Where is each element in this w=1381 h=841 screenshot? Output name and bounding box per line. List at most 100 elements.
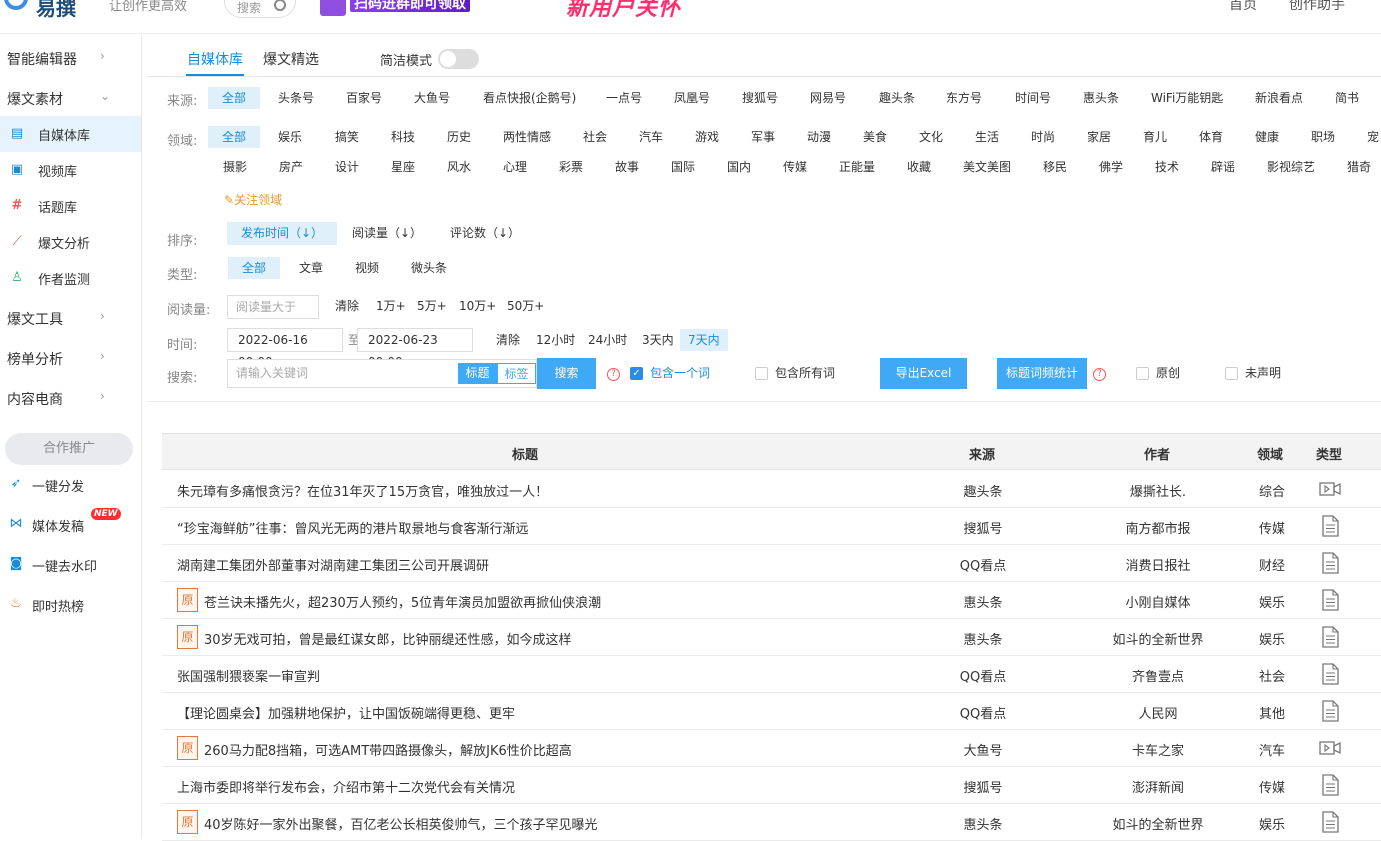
sidebar-item-author-monitor[interactable]: ♙ 作者监测 [0,260,141,296]
top-search-input[interactable]: 搜索 [224,0,296,18]
row-author[interactable]: 卡车之家 [1087,740,1229,759]
nav-home[interactable]: 首页 [1229,0,1257,14]
row-author[interactable]: 消费日报社 [1087,555,1229,574]
domain-option[interactable]: 体育 [1199,126,1223,148]
article-icon[interactable] [1318,589,1342,611]
domain-option[interactable]: 历史 [447,126,471,148]
time-option-24h[interactable]: 24小时 [588,329,627,351]
domain-option[interactable]: 影视综艺 [1267,156,1315,178]
article-icon[interactable] [1318,700,1342,722]
row-title-link[interactable]: 上海市委即将举行发布会，介绍市第十二次党代会有关情况 [177,777,515,796]
table-row[interactable]: 原 30岁无戏可拍，曾是最红谋女郎，比钟丽缇还性感，如今成这样 惠头条 如斗的全新世界… [162,619,1381,656]
source-option[interactable]: 头条号 [278,87,314,109]
source-option[interactable]: 大鱼号 [414,87,450,109]
domain-option[interactable]: 摄影 [223,156,247,178]
table-row[interactable]: 原 260马力配8挡箱，可选AMT带四路摄像头，解放JK6性价比超高 大鱼号 卡车之家… [162,730,1381,767]
domain-option[interactable]: 房产 [279,156,303,178]
title-word-stat-button[interactable]: 标题词频统计 [997,358,1087,389]
sidebar-group-smart-editor[interactable]: 智能编辑器 [7,49,77,69]
promo-banner-new-user[interactable]: 新用户关怀 [566,0,681,22]
row-title-link[interactable]: 40岁陈好一家外出聚餐，百亿老公长相英俊帅气，三个孩子罕见曝光 [204,814,598,833]
sidebar-item-article-analysis[interactable]: ⟋ 爆文分析 [0,224,141,260]
date-from-input[interactable]: 2022-06-16 00:00 [227,328,343,369]
article-icon[interactable] [1318,552,1342,574]
time-option-7d[interactable]: 7天内 [680,329,728,351]
table-row[interactable]: 朱元璋有多痛恨贪污？在位31年灭了15万贪官，唯独放过一人！ 趣头条 爆撕社长. 综合 [162,471,1381,508]
domain-option[interactable]: 收藏 [907,156,931,178]
source-option[interactable]: 全部 [208,87,261,109]
sidebar-group-ecommerce[interactable]: 内容电商 [7,389,63,409]
source-option[interactable]: 一点号 [606,87,642,109]
logo-icon[interactable] [4,0,28,10]
reads-option-10k[interactable]: 1万+ [376,295,406,317]
sort-comments[interactable]: 评论数（↓） [450,222,520,244]
sidebar-item-topic-library[interactable]: # 话题库 [0,188,141,224]
domain-option[interactable]: 文化 [919,126,943,148]
help-icon[interactable]: ? [607,368,620,381]
time-option-3d[interactable]: 3天内 [642,329,674,351]
type-article[interactable]: 文章 [299,257,323,279]
domain-option[interactable]: 美文美图 [963,156,1011,178]
row-title-link[interactable]: 湖南建工集团外部董事对湖南建工集团三公司开展调研 [177,555,489,574]
promo-banner-group[interactable]: 扫码进群即可领取 [318,0,542,18]
domain-option[interactable]: 彩票 [559,156,583,178]
domain-option[interactable]: 娱乐 [278,126,302,148]
video-icon[interactable] [1318,478,1342,500]
search-button[interactable]: 搜索 [537,358,596,389]
source-option[interactable]: 惠头条 [1083,87,1119,109]
sidebar-group-rank[interactable]: 榜单分析 [7,349,63,369]
domain-option[interactable]: 两性情感 [503,126,551,148]
table-row[interactable]: 【理论圆桌会】加强耕地保护，让中国饭碗端得更稳、更牢 QQ看点 人民网 其他 [162,693,1381,730]
article-icon[interactable] [1318,774,1342,796]
row-title-link[interactable]: “珍宝海鲜舫”往事：曾风光无两的港片取景地与食客渐行渐远 [177,518,528,537]
domain-option[interactable]: 生活 [975,126,999,148]
tab-media-library[interactable]: 自媒体库 [187,49,243,69]
table-row[interactable]: 原苍兰诀未播先火，超230万人预约，5位青年演员加盟欲再掀仙侠浪潮 惠头条 小刚自媒… [162,582,1381,619]
domain-option[interactable]: 宠 [1367,126,1379,148]
undeclared-checkbox[interactable] [1225,367,1238,380]
domain-option[interactable]: 设计 [335,156,359,178]
domain-option[interactable]: 军事 [751,126,775,148]
tab-hot-picks[interactable]: 爆文精选 [263,49,319,69]
sidebar-tool-hot-list[interactable]: ♨ 即时热榜 [0,590,141,620]
reads-option-100k[interactable]: 10万+ [459,295,496,317]
reads-clear[interactable]: 清除 [335,295,359,317]
row-author[interactable]: 南方都市报 [1087,518,1229,537]
sidebar-tool-one-click-distribute[interactable]: ➶ 一键分发 [0,470,141,500]
domain-option[interactable]: 健康 [1255,126,1279,148]
article-icon[interactable] [1318,626,1342,648]
domain-option[interactable]: 游戏 [695,126,719,148]
type-video[interactable]: 视频 [355,257,379,279]
reads-input[interactable]: 阅读量大于 [227,295,319,319]
sidebar-tool-media-publish[interactable]: ⋈ 媒体发稿 NEW [0,508,141,540]
sort-reads[interactable]: 阅读量（↓） [352,222,422,244]
type-micro[interactable]: 微头条 [411,257,447,279]
original-checkbox[interactable] [1136,367,1149,380]
simple-mode-toggle[interactable] [438,49,479,69]
domain-option[interactable]: 搞笑 [335,126,359,148]
date-to-input[interactable]: 2022-06-23 00:00 [357,328,473,369]
sidebar-item-media-library[interactable]: ▤ 自媒体库 [0,116,141,152]
domain-option[interactable]: 移民 [1043,156,1067,178]
nav-creation-assistant[interactable]: 创作助手 [1289,0,1345,14]
table-row[interactable]: “珍宝海鲜舫”往事：曾风光无两的港片取景地与食客渐行渐远 搜狐号 南方都市报 传媒 [162,508,1381,545]
row-title-link[interactable]: 【理论圆桌会】加强耕地保护，让中国饭碗端得更稳、更牢 [177,703,515,722]
source-option[interactable]: 新浪看点 [1255,87,1303,109]
row-title-link[interactable]: 苍兰诀未播先火，超230万人预约，5位青年演员加盟欲再掀仙侠浪潮 [204,592,601,611]
row-title-link[interactable]: 朱元璋有多痛恨贪污？在位31年灭了15万贪官，唯独放过一人！ [177,481,548,500]
time-clear[interactable]: 清除 [496,329,520,351]
row-author[interactable]: 如斗的全新世界 [1087,629,1229,648]
domain-option[interactable]: 风水 [447,156,471,178]
source-option[interactable]: WiFi万能钥匙 [1151,87,1223,109]
article-icon[interactable] [1318,811,1342,833]
row-author[interactable]: 澎湃新闻 [1087,777,1229,796]
scope-tag-button[interactable]: 标签 [497,363,536,384]
video-icon[interactable] [1318,737,1342,759]
domain-option[interactable]: 科技 [391,126,415,148]
source-option[interactable]: 百家号 [346,87,382,109]
sidebar-group-material[interactable]: 爆文素材 [7,89,63,109]
source-option[interactable]: 趣头条 [879,87,915,109]
domain-option[interactable]: 家居 [1087,126,1111,148]
row-author[interactable]: 爆撕社长. [1087,481,1229,500]
table-row[interactable]: 原 40岁陈好一家外出聚餐，百亿老公长相英俊帅气，三个孩子罕见曝光 惠头条 如斗的全新… [162,804,1381,841]
